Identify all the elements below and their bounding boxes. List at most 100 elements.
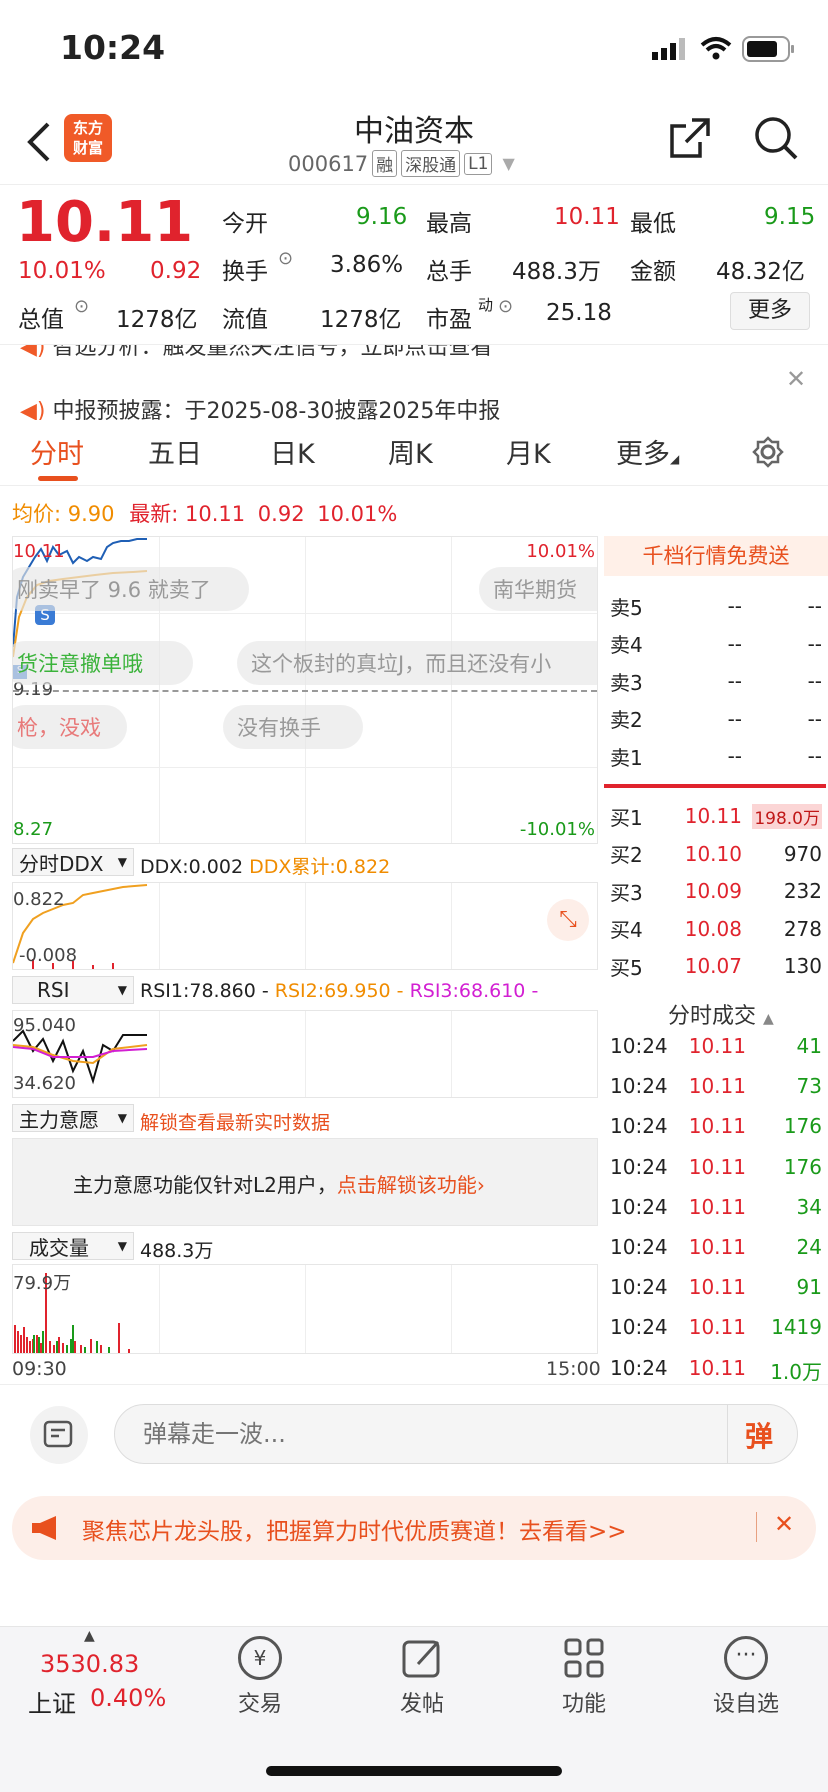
ddx-selector-label: 分时DDX xyxy=(19,851,104,876)
bid-price: 10.07 xyxy=(684,954,742,978)
info-icon[interactable]: ⊙ xyxy=(278,248,293,269)
nav-post[interactable]: 发帖 xyxy=(362,1636,482,1718)
index-name: 上证 xyxy=(28,1690,76,1718)
tab-more[interactable]: 更多◢ xyxy=(616,432,679,471)
tick-qty: 176 xyxy=(783,1114,822,1139)
index-value[interactable]: 3530.83 xyxy=(40,1650,139,1678)
nav-trade[interactable]: ¥ 交易 xyxy=(200,1636,320,1718)
latest-pct: 10.01% xyxy=(317,502,398,526)
search-icon[interactable] xyxy=(754,116,798,160)
ask-row[interactable]: 卖3 -- -- xyxy=(610,665,822,697)
gear-icon[interactable] xyxy=(752,436,784,468)
bid-row[interactable]: 买2 10.10 970 xyxy=(610,838,822,870)
ask-row[interactable]: 卖1 -- -- xyxy=(610,740,822,772)
tick-price: 10.11 xyxy=(688,1355,746,1380)
ticks-title[interactable]: 分时成交 ▲ xyxy=(668,998,774,1030)
more-button[interactable]: 更多 xyxy=(730,292,810,330)
mktcap-value: 1278亿 xyxy=(116,307,198,333)
ask-price: -- xyxy=(727,706,742,731)
tab-intraday[interactable]: 分时 xyxy=(30,432,84,471)
danmu-bubble[interactable]: 货注意撤单哦 xyxy=(13,641,193,685)
tick-row: 10:24 10.11 176 xyxy=(610,1155,822,1179)
bid-qty: 130 xyxy=(783,954,822,978)
tab-more-label: 更多 xyxy=(616,439,670,470)
time-axis-end: 15:00 xyxy=(546,1358,601,1380)
caret-up-icon: ▲ xyxy=(84,1628,95,1644)
bid-row[interactable]: 买3 10.09 232 xyxy=(610,875,822,907)
ask-row[interactable]: 卖2 -- -- xyxy=(610,703,822,735)
bid-label: 买2 xyxy=(610,843,643,867)
tick-qty: 24 xyxy=(796,1235,822,1259)
bid-price: 10.11 xyxy=(684,804,742,828)
index-pct: 0.40% xyxy=(90,1684,167,1712)
bid-label: 买5 xyxy=(610,955,643,980)
ddx-selector[interactable]: 分时DDX ▼ xyxy=(12,848,134,876)
orderbook-banner[interactable]: 千档行情免费送 xyxy=(604,536,828,576)
close-icon[interactable]: ✕ xyxy=(774,1510,794,1538)
ask-price: -- xyxy=(727,669,742,693)
info-icon[interactable]: ⊙ xyxy=(498,296,513,317)
danmu-bubble[interactable]: 南华期货 xyxy=(479,567,597,611)
main-force-msg-text: 主力意愿功能仅针对L2用户， xyxy=(73,1173,337,1197)
intraday-chart[interactable]: S S 10.11 9.19 8.27 10.01% -10.01% 刚卖早了 … xyxy=(12,536,598,844)
tab-monthly-k[interactable]: 月K xyxy=(506,432,551,471)
bid-row[interactable]: 买1 10.11 198.0万 xyxy=(610,800,822,832)
tab-weekly-k[interactable]: 周K xyxy=(388,432,433,471)
wifi-icon xyxy=(700,37,732,60)
divider xyxy=(756,1512,757,1542)
status-time: 10:24 xyxy=(60,28,166,67)
danmu-bubble[interactable]: 这个板封的真垃J，而且还没有小 xyxy=(237,641,597,685)
danmu-input[interactable] xyxy=(143,1417,703,1451)
tick-price: 10.11 xyxy=(688,1074,746,1099)
volume-total: 488.3万 xyxy=(140,1240,214,1262)
open-label: 今开 xyxy=(222,211,268,237)
ddx-chart[interactable]: 0.822 -0.008 ⤡ xyxy=(12,882,598,970)
low-label: 最低 xyxy=(630,211,676,237)
danmu-bubble[interactable]: 没有换手 xyxy=(223,705,363,749)
main-force-panel: 主力意愿功能仅针对L2用户，点击解锁该功能› xyxy=(12,1138,598,1226)
high-value: 10.11 xyxy=(554,204,620,230)
ask-row[interactable]: 卖5 -- -- xyxy=(610,590,822,622)
intraday-summary: 均价: 9.90 最新: 10.11 0.92 10.01% xyxy=(12,498,397,528)
ask-row[interactable]: 卖4 -- -- xyxy=(610,628,822,660)
notice-text-2: 中报预披露：于2025-08-30披露2025年中报 xyxy=(52,399,501,420)
info-icon[interactable]: ⊙ xyxy=(74,296,89,317)
ddx-values: DDX:0.002 DDX累计:0.822 xyxy=(140,852,390,879)
ask-qty: -- xyxy=(807,706,822,731)
tick-qty: 73 xyxy=(796,1074,822,1099)
nav-add-watchlist[interactable]: ··· 设自选 xyxy=(686,1636,806,1718)
danmu-bubble[interactable]: 枪，没戏 xyxy=(13,705,127,749)
bid-row[interactable]: 买5 10.07 130 xyxy=(610,950,822,982)
share-icon[interactable] xyxy=(668,116,712,160)
volume-chart[interactable]: 79.9万 xyxy=(12,1264,598,1354)
danmu-settings-button[interactable] xyxy=(30,1406,88,1464)
main-force-selector[interactable]: 主力意愿 ▼ xyxy=(12,1104,134,1132)
danmu-bubble[interactable]: 刚卖早了 9.6 就卖了 xyxy=(13,567,249,611)
volume-selector[interactable]: 成交量 ▼ xyxy=(12,1232,134,1260)
notice-panel[interactable]: ◀) 智选分析：触发量然关注信号，立即点击查看 ◀) 中报预披露：于2025-0… xyxy=(0,344,828,420)
close-icon[interactable]: ✕ xyxy=(786,365,806,393)
volume-selector-label: 成交量 xyxy=(29,1235,89,1260)
unlock-link[interactable]: 点击解锁该功能› xyxy=(337,1173,485,1197)
ad-text: 聚焦芯片龙头股，把握算力时代优质赛道！去看看>> xyxy=(82,1519,627,1545)
danmu-send-button[interactable]: 弹 xyxy=(745,1415,773,1455)
tab-5day[interactable]: 五日 xyxy=(148,432,202,471)
bid-row[interactable]: 买4 10.08 278 xyxy=(610,913,822,945)
tick-price: 10.11 xyxy=(688,1275,746,1300)
ask-label: 卖5 xyxy=(610,595,643,620)
tick-time: 10:24 xyxy=(610,1355,668,1380)
tick-row: 10:24 10.11 24 xyxy=(610,1235,822,1259)
rsi-selector[interactable]: RSI ▼ xyxy=(12,976,134,1004)
expand-icon[interactable]: ⤡ xyxy=(547,899,589,941)
tick-price: 10.11 xyxy=(688,1114,746,1139)
chevron-down-icon[interactable]: ▼ xyxy=(502,154,514,173)
y-axis-bottom: 8.27 xyxy=(13,819,54,840)
rsi-chart[interactable]: 95.040 34.620 xyxy=(12,1010,598,1098)
ad-banner[interactable]: 聚焦芯片龙头股，把握算力时代优质赛道！去看看>> ✕ xyxy=(12,1496,816,1560)
tab-daily-k[interactable]: 日K xyxy=(270,432,315,471)
caret-up-icon: ▲ xyxy=(763,1011,774,1027)
main-force-unlock[interactable]: 解锁查看最新实时数据 xyxy=(140,1108,330,1135)
nav-functions[interactable]: 功能 xyxy=(524,1636,644,1718)
ask-price: -- xyxy=(727,594,742,618)
time-axis-start: 09:30 xyxy=(12,1358,67,1380)
